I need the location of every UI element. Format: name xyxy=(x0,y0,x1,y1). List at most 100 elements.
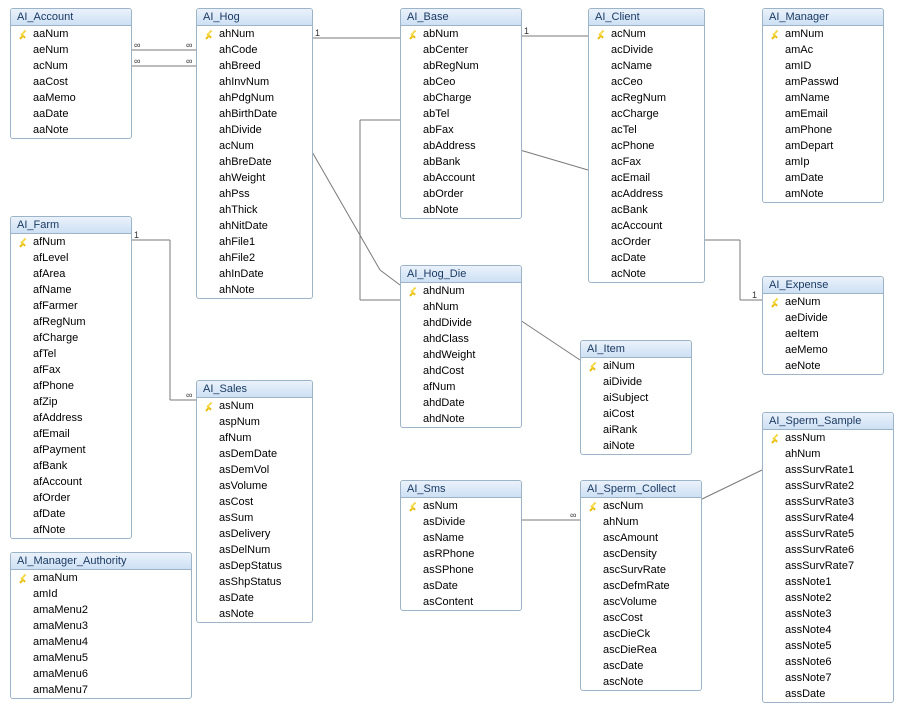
field[interactable]: ahNum xyxy=(581,514,701,530)
field[interactable]: afArea xyxy=(11,266,131,282)
table-title[interactable]: AI_Account xyxy=(11,9,131,26)
field[interactable]: amPasswd xyxy=(763,74,883,90)
table-hogdie[interactable]: AI_Hog_DieahdNumahNumahdDivideahdClassah… xyxy=(400,265,522,428)
field[interactable]: abNum xyxy=(401,26,521,42)
table-title[interactable]: AI_Farm xyxy=(11,217,131,234)
field[interactable]: assNote1 xyxy=(763,574,893,590)
field[interactable]: aiCost xyxy=(581,406,691,422)
table-client[interactable]: AI_ClientacNumacDivideacNameacCeoacRegNu… xyxy=(588,8,705,283)
field[interactable]: amaMenu6 xyxy=(11,666,191,682)
table-manager[interactable]: AI_ManageramNumamAcamIDamPasswdamNameamE… xyxy=(762,8,884,203)
table-hog[interactable]: AI_HogahNumahCodeahBreedahInvNumahPdgNum… xyxy=(196,8,313,299)
field[interactable]: assNote4 xyxy=(763,622,893,638)
field[interactable]: ahNum xyxy=(401,299,521,315)
field[interactable]: acNote xyxy=(589,266,704,282)
field[interactable]: asDivide xyxy=(401,514,521,530)
field[interactable]: ahFile1 xyxy=(197,234,312,250)
field[interactable]: acNum xyxy=(589,26,704,42)
field[interactable]: acCeo xyxy=(589,74,704,90)
field[interactable]: afLevel xyxy=(11,250,131,266)
field[interactable]: asSPhone xyxy=(401,562,521,578)
field[interactable]: afEmail xyxy=(11,426,131,442)
field[interactable]: ahdWeight xyxy=(401,347,521,363)
field[interactable]: aaDate xyxy=(11,106,131,122)
field[interactable]: ahInvNum xyxy=(197,74,312,90)
field[interactable]: amaMenu3 xyxy=(11,618,191,634)
field[interactable]: aiRank xyxy=(581,422,691,438)
field[interactable]: amaMenu4 xyxy=(11,634,191,650)
field[interactable]: afZip xyxy=(11,394,131,410)
field[interactable]: abCeo xyxy=(401,74,521,90)
field[interactable]: assDate xyxy=(763,686,893,702)
table-item[interactable]: AI_ItemaiNumaiDivideaiSubjectaiCostaiRan… xyxy=(580,340,692,455)
field[interactable]: ahFile2 xyxy=(197,250,312,266)
field[interactable]: acDate xyxy=(589,250,704,266)
table-base[interactable]: AI_BaseabNumabCenterabRegNumabCeoabCharg… xyxy=(400,8,522,219)
field[interactable]: amId xyxy=(11,586,191,602)
field[interactable]: aeItem xyxy=(763,326,883,342)
field[interactable]: ahInDate xyxy=(197,266,312,282)
field[interactable]: abCharge xyxy=(401,90,521,106)
field[interactable]: asDate xyxy=(401,578,521,594)
field[interactable]: ascAmount xyxy=(581,530,701,546)
field[interactable]: aiNote xyxy=(581,438,691,454)
field[interactable]: asDepStatus xyxy=(197,558,312,574)
field[interactable]: amPhone xyxy=(763,122,883,138)
field[interactable]: afFarmer xyxy=(11,298,131,314)
field[interactable]: assNote3 xyxy=(763,606,893,622)
field[interactable]: afAccount xyxy=(11,474,131,490)
field[interactable]: ahThick xyxy=(197,202,312,218)
field[interactable]: assNote5 xyxy=(763,638,893,654)
field[interactable]: amaMenu5 xyxy=(11,650,191,666)
field[interactable]: acDivide xyxy=(589,42,704,58)
field[interactable]: aiDivide xyxy=(581,374,691,390)
field[interactable]: amNum xyxy=(763,26,883,42)
field[interactable]: afName xyxy=(11,282,131,298)
field[interactable]: asVolume xyxy=(197,478,312,494)
field[interactable]: asShpStatus xyxy=(197,574,312,590)
field[interactable]: assSurvRate6 xyxy=(763,542,893,558)
table-title[interactable]: AI_Sperm_Sample xyxy=(763,413,893,430)
field[interactable]: amEmail xyxy=(763,106,883,122)
table-title[interactable]: AI_Hog_Die xyxy=(401,266,521,283)
field[interactable]: acTel xyxy=(589,122,704,138)
field[interactable]: afDate xyxy=(11,506,131,522)
table-authority[interactable]: AI_Manager_AuthorityamaNumamIdamaMenu2am… xyxy=(10,552,192,699)
field[interactable]: assSurvRate3 xyxy=(763,494,893,510)
table-title[interactable]: AI_Item xyxy=(581,341,691,358)
table-title[interactable]: AI_Manager xyxy=(763,9,883,26)
table-title[interactable]: AI_Client xyxy=(589,9,704,26)
table-title[interactable]: AI_Base xyxy=(401,9,521,26)
field[interactable]: ascNote xyxy=(581,674,701,690)
field[interactable]: assSurvRate4 xyxy=(763,510,893,526)
table-title[interactable]: AI_Manager_Authority xyxy=(11,553,191,570)
field[interactable]: acRegNum xyxy=(589,90,704,106)
field[interactable]: acPhone xyxy=(589,138,704,154)
table-expense[interactable]: AI_ExpenseaeNumaeDivideaeItemaeMemoaeNot… xyxy=(762,276,884,375)
field[interactable]: asName xyxy=(401,530,521,546)
field[interactable]: afTel xyxy=(11,346,131,362)
field[interactable]: afFax xyxy=(11,362,131,378)
field[interactable]: abOrder xyxy=(401,186,521,202)
field[interactable]: afNum xyxy=(401,379,521,395)
field[interactable]: acBank xyxy=(589,202,704,218)
field[interactable]: assSurvRate2 xyxy=(763,478,893,494)
field[interactable]: asDelivery xyxy=(197,526,312,542)
field[interactable]: ahDivide xyxy=(197,122,312,138)
field[interactable]: amDate xyxy=(763,170,883,186)
field[interactable]: afCharge xyxy=(11,330,131,346)
field[interactable]: abBank xyxy=(401,154,521,170)
field[interactable]: assSurvRate5 xyxy=(763,526,893,542)
field[interactable]: ascDieRea xyxy=(581,642,701,658)
field[interactable]: aiSubject xyxy=(581,390,691,406)
table-sms[interactable]: AI_SmsasNumasDivideasNameasRPhoneasSPhon… xyxy=(400,480,522,611)
table-title[interactable]: AI_Hog xyxy=(197,9,312,26)
field[interactable]: ahdNote xyxy=(401,411,521,427)
field[interactable]: ahdDivide xyxy=(401,315,521,331)
field[interactable]: aeNum xyxy=(11,42,131,58)
field[interactable]: assSurvRate1 xyxy=(763,462,893,478)
table-title[interactable]: AI_Expense xyxy=(763,277,883,294)
field[interactable]: aaMemo xyxy=(11,90,131,106)
field[interactable]: afPhone xyxy=(11,378,131,394)
field[interactable]: acName xyxy=(589,58,704,74)
